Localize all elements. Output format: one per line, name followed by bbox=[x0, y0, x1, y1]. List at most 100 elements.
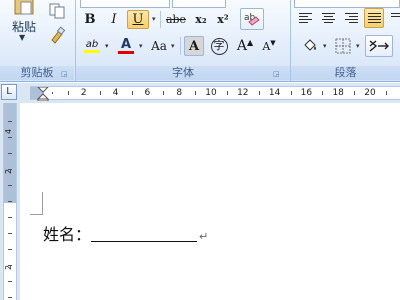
distributed-button[interactable] bbox=[387, 8, 400, 28]
shrink-font-button[interactable]: A ▼ bbox=[258, 36, 280, 56]
font-color-bar bbox=[118, 51, 134, 54]
vertical-ruler-tick bbox=[8, 185, 12, 186]
ruler-number: 12 bbox=[237, 88, 249, 98]
font-dialog-launcher-icon[interactable]: ◲ bbox=[273, 70, 281, 78]
text-highlight-button[interactable]: ab bbox=[80, 36, 104, 56]
font-name-combo[interactable] bbox=[80, 0, 170, 8]
font-color-button[interactable]: A bbox=[114, 36, 138, 56]
vertical-ruler-track: 4 2 2 bbox=[3, 103, 17, 300]
character-shading-button[interactable]: A bbox=[184, 36, 204, 56]
horizontal-ruler[interactable]: 2 4 6 8 10 12 14 16 18 20 bbox=[30, 86, 400, 101]
font-group-label: 字体 bbox=[76, 66, 290, 80]
format-painter-icon[interactable] bbox=[48, 26, 66, 46]
strikethrough-button[interactable]: abe bbox=[163, 10, 189, 29]
paste-button[interactable]: 粘贴 ▼ bbox=[6, 0, 42, 58]
bold-button[interactable]: B bbox=[80, 10, 100, 29]
grow-font-arrow-icon: ▲ bbox=[246, 37, 254, 47]
paste-icon bbox=[14, 0, 34, 15]
shading-button[interactable] bbox=[298, 36, 322, 56]
vertical-ruler[interactable]: 4 2 2 bbox=[0, 103, 20, 300]
ruler-number: 2 bbox=[80, 88, 87, 98]
ruler-number: 18 bbox=[332, 88, 344, 98]
vertical-ruler-number: 4 bbox=[4, 128, 14, 135]
ruler-tick bbox=[52, 92, 53, 94]
vertical-ruler-tick bbox=[8, 201, 12, 202]
underline-dropdown-icon[interactable]: ▾ bbox=[152, 15, 156, 23]
grow-font-button[interactable]: A ▲ bbox=[234, 36, 256, 56]
paragraph-group-label: 段落 bbox=[291, 66, 400, 80]
align-right-button[interactable] bbox=[341, 8, 361, 28]
clear-formatting-button[interactable]: ab bbox=[240, 8, 264, 30]
indent-marker-icon[interactable] bbox=[37, 87, 49, 101]
italic-button[interactable]: I bbox=[104, 10, 124, 29]
ruler-number: 6 bbox=[144, 88, 151, 98]
align-center-button[interactable] bbox=[318, 8, 338, 28]
change-case-button[interactable]: Aa bbox=[148, 36, 170, 56]
font-size-combo[interactable] bbox=[172, 0, 226, 8]
enclose-char-label: 字 bbox=[210, 37, 228, 55]
borders-button[interactable] bbox=[332, 36, 354, 56]
change-case-dropdown-icon[interactable]: ▾ bbox=[171, 42, 175, 50]
ruler-tick bbox=[354, 91, 356, 95]
subscript-button[interactable]: x₂ bbox=[191, 10, 211, 29]
chinese-layout-icon bbox=[369, 40, 389, 52]
document-text-line[interactable]: 姓名： ↵ bbox=[43, 221, 208, 245]
ruler-tick bbox=[195, 91, 197, 95]
ruler-tick bbox=[258, 91, 260, 95]
paragraph-mark: ↵ bbox=[199, 230, 209, 243]
ruler-number: 14 bbox=[268, 88, 281, 98]
align-left-button[interactable] bbox=[295, 8, 315, 28]
vertical-ruler-tick bbox=[8, 297, 12, 298]
font-color-label: A bbox=[120, 37, 132, 52]
ruler-tick bbox=[99, 91, 101, 95]
horizontal-ruler-bar: L 2 4 6 8 10 12 14 16 18 20 bbox=[0, 83, 400, 103]
separator bbox=[160, 11, 161, 28]
shading-dropdown-icon[interactable]: ▾ bbox=[323, 42, 327, 50]
copy-icon[interactable] bbox=[48, 2, 66, 20]
font-color-dropdown-icon[interactable]: ▾ bbox=[139, 42, 143, 50]
borders-dropdown-icon[interactable]: ▾ bbox=[356, 42, 360, 50]
justify-button[interactable] bbox=[364, 8, 384, 28]
vertical-ruler-tick bbox=[8, 281, 12, 282]
highlight-color-bar bbox=[84, 50, 100, 53]
ruler-number: 16 bbox=[300, 88, 313, 98]
grow-font-label: A bbox=[236, 38, 247, 54]
shrink-font-label: A bbox=[262, 39, 271, 53]
ruler-tick bbox=[385, 91, 387, 95]
ribbon: 粘贴 ▼ 剪贴板 ◲ B I U ▾ abe x₂ x² ab ab ▾ A ▾… bbox=[0, 0, 400, 82]
ruler-tick bbox=[67, 91, 69, 95]
margin-corner-mark bbox=[42, 192, 43, 214]
ruler-tick bbox=[322, 91, 324, 95]
ruler-number: 8 bbox=[176, 88, 183, 98]
vertical-ruler-tick bbox=[8, 137, 12, 138]
ruler-tick bbox=[290, 91, 292, 95]
separator bbox=[180, 37, 181, 55]
ruler-number: 10 bbox=[205, 88, 217, 98]
vertical-ruler-tick bbox=[8, 249, 12, 250]
vertical-ruler-tick bbox=[8, 121, 12, 122]
vertical-ruler-tick bbox=[8, 153, 12, 154]
paint-bucket-icon bbox=[304, 39, 316, 51]
ruler-tick bbox=[226, 91, 228, 95]
superscript-button[interactable]: x² bbox=[213, 10, 233, 29]
ruler-tick bbox=[163, 91, 165, 95]
enclose-characters-button[interactable]: 字 bbox=[208, 36, 230, 56]
margin-corner-mark bbox=[30, 214, 43, 215]
clipboard-dialog-launcher-icon[interactable]: ◲ bbox=[61, 70, 69, 78]
highlight-label: ab bbox=[85, 39, 99, 50]
vertical-ruler-number: 2 bbox=[4, 264, 14, 271]
document-page[interactable] bbox=[20, 103, 400, 300]
chinese-layout-button[interactable] bbox=[365, 35, 393, 57]
vertical-ruler-number: 2 bbox=[4, 168, 14, 175]
ruler-number: 4 bbox=[112, 88, 119, 98]
paragraph-top-row bbox=[294, 0, 400, 8]
paste-dropdown-icon[interactable]: ▼ bbox=[19, 33, 25, 42]
tab-selector-button[interactable]: L bbox=[1, 84, 17, 100]
shrink-font-arrow-icon: ▼ bbox=[270, 39, 276, 47]
fill-in-blank[interactable] bbox=[91, 228, 198, 242]
borders-icon bbox=[335, 38, 351, 54]
clear-formatting-icon: ab bbox=[244, 13, 260, 26]
highlight-dropdown-icon[interactable]: ▾ bbox=[105, 42, 109, 50]
underline-button[interactable]: U bbox=[127, 10, 149, 29]
ruler-number: 20 bbox=[364, 88, 376, 98]
